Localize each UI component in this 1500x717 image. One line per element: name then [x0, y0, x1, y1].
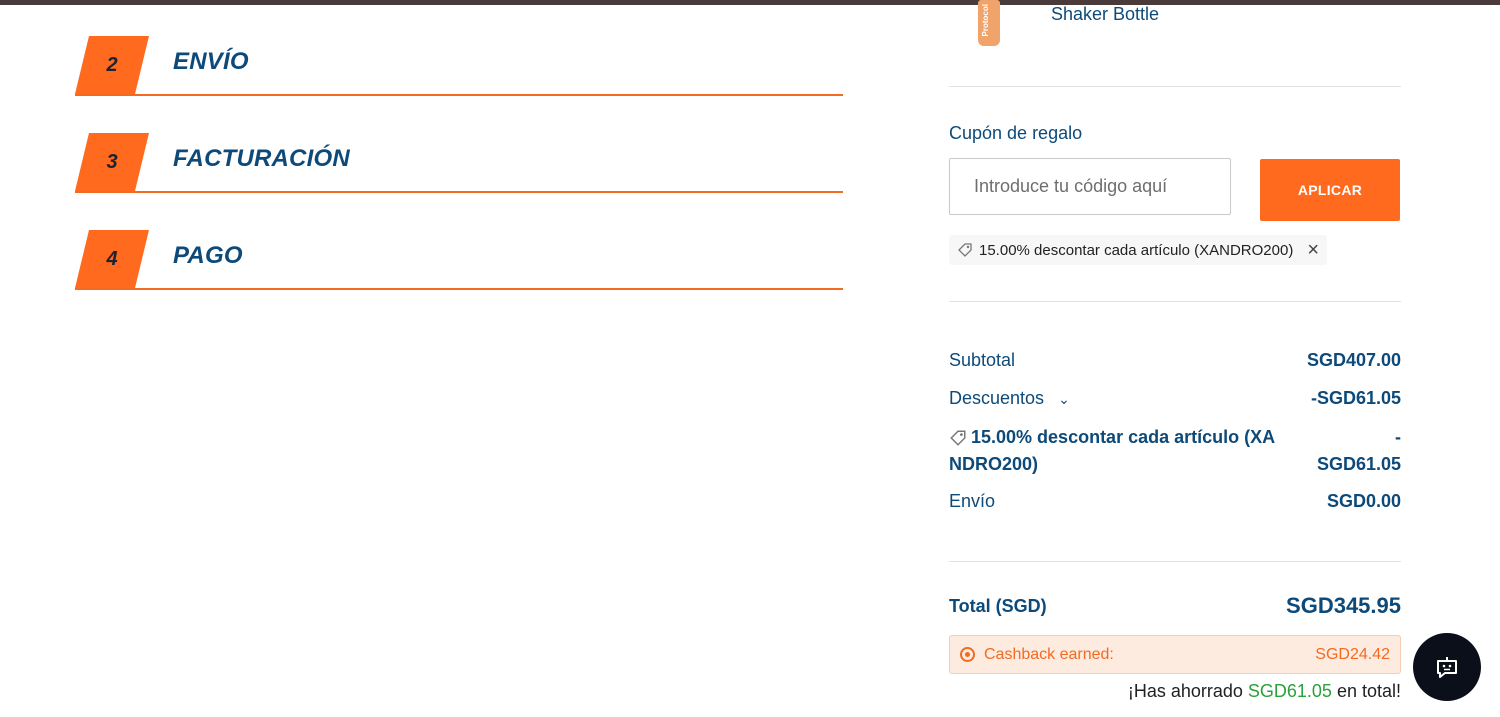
discount-detail-value: - SGD61.05: [1301, 424, 1401, 478]
step-number: 2: [106, 54, 118, 76]
discount-detail: 15.00% descontar cada artículo (XA NDRO2…: [949, 424, 1299, 478]
discount-detail-value-line2: SGD61.05: [1316, 454, 1401, 474]
total-label: Total (SGD): [949, 596, 1047, 616]
tag-icon: [958, 243, 972, 257]
top-bar: [0, 0, 1500, 5]
coin-icon: [960, 647, 975, 662]
product-thumbnail: Protocol: [978, 0, 1000, 46]
cashback-value: SGD24.42: [1315, 646, 1390, 663]
tag-icon: [950, 430, 966, 447]
step-underline: [75, 94, 843, 96]
step-number: 3: [106, 151, 118, 173]
step-shipping[interactable]: 2 ENVÍO: [75, 36, 843, 96]
step-title: PAGO: [173, 242, 243, 269]
subtotal-label: Subtotal: [949, 350, 1016, 370]
shipping-label: Envío: [949, 491, 996, 511]
discount-detail-value-line1: -: [1395, 427, 1401, 447]
apply-coupon-button[interactable]: APLICAR: [1260, 159, 1400, 221]
step-title: ENVÍO: [173, 48, 249, 75]
applied-coupon-text: 15.00% descontar cada artículo (XANDRO20…: [979, 241, 1294, 259]
subtotal-value: SGD407.00: [1306, 350, 1401, 370]
step-billing[interactable]: 3 FACTURACIÓN: [75, 133, 843, 193]
applied-coupon-tag: 15.00% descontar cada artículo (XANDRO20…: [949, 235, 1328, 265]
cashback-label: Cashback earned:: [984, 646, 1114, 663]
shipping-value: SGD0.00: [1326, 491, 1401, 511]
discounts-toggle[interactable]: Descuentos ⌄: [949, 388, 1070, 409]
product-name[interactable]: Shaker Bottle: [1051, 4, 1159, 25]
divider: [949, 86, 1401, 87]
total-value: SGD345.95: [1286, 593, 1401, 618]
chevron-down-icon: ⌄: [1058, 390, 1070, 407]
coupon-label: Cupón de regalo: [949, 123, 1083, 143]
discount-detail-line2: NDRO200): [949, 454, 1039, 474]
chat-button[interactable]: [1413, 633, 1481, 701]
step-title: FACTURACIÓN: [173, 145, 350, 172]
discount-detail-line1: 15.00% descontar cada artículo (XA: [971, 427, 1276, 447]
savings-message: ¡Has ahorrado SGD61.05 en total!: [1128, 681, 1401, 702]
divider: [949, 301, 1401, 302]
step-underline: [75, 288, 843, 290]
savings-suffix: en total!: [1331, 681, 1401, 701]
step-number: 4: [106, 248, 118, 270]
divider: [949, 561, 1401, 562]
coupon-code-input[interactable]: [949, 158, 1231, 215]
chat-bot-icon: [1437, 657, 1457, 678]
savings-prefix: ¡Has ahorrado: [1127, 681, 1248, 701]
remove-coupon-close-icon[interactable]: ×: [1307, 240, 1319, 260]
cashback-banner: Cashback earned: SGD24.42: [949, 635, 1401, 674]
step-payment[interactable]: 4 PAGO: [75, 230, 843, 290]
discounts-value: -SGD61.05: [1310, 388, 1401, 408]
discounts-label: Descuentos: [949, 388, 1045, 408]
step-underline: [75, 191, 843, 193]
product-thumb-text: Protocol: [981, 4, 990, 37]
savings-amount: SGD61.05: [1247, 681, 1332, 701]
